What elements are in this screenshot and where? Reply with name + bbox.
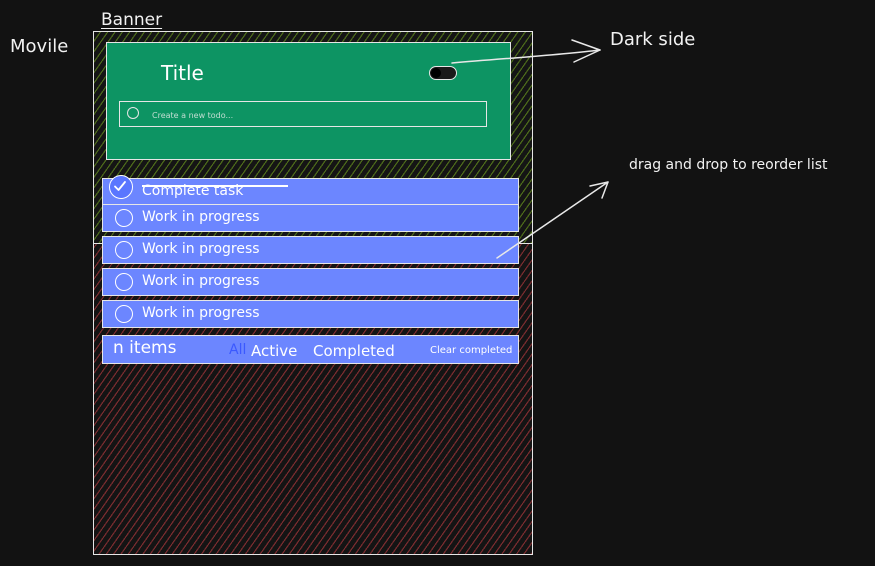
drag-drop-arrow-line	[496, 181, 609, 259]
annotation-arrows	[451, 39, 609, 259]
